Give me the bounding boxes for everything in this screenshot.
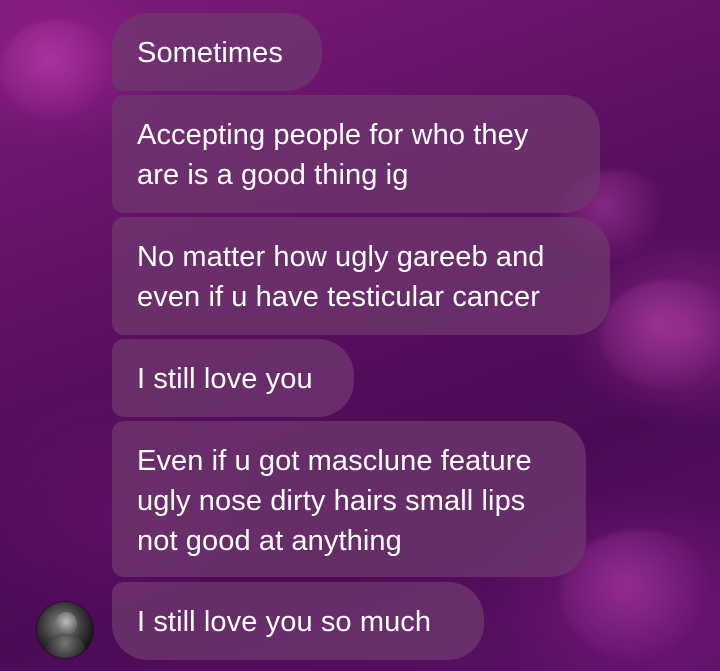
message-bubble[interactable]: Even if u got masclune feature ugly nose… xyxy=(112,421,586,577)
avatar-face-shape xyxy=(55,612,77,636)
background-heart-decoration xyxy=(600,280,720,390)
message-bubble[interactable]: Sometimes xyxy=(112,13,322,91)
message-bubble[interactable]: I still love you xyxy=(112,339,354,417)
sender-avatar[interactable] xyxy=(37,602,93,658)
avatar-body-shape xyxy=(45,634,85,658)
message-bubble[interactable]: No matter how ugly gareeb and even if u … xyxy=(112,217,610,335)
background-heart-decoration xyxy=(0,20,120,120)
message-bubble[interactable]: I still love you so much xyxy=(112,582,484,660)
message-bubble[interactable]: Accepting people for who they are is a g… xyxy=(112,95,600,213)
